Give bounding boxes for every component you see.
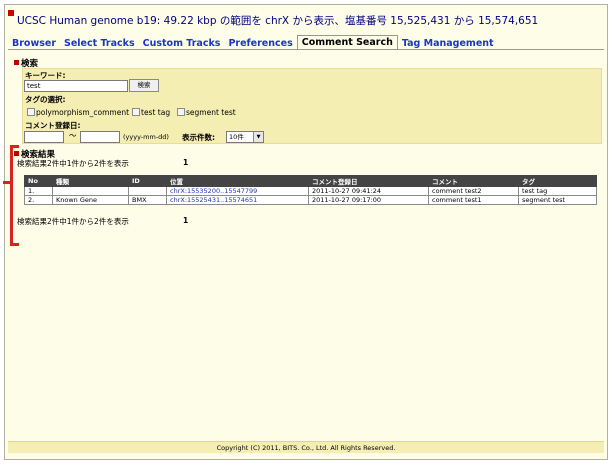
page-number-top[interactable]: 1 — [183, 158, 188, 167]
date-from-input[interactable] — [24, 131, 64, 143]
cell-date: 2011-10-27 09:41:24 — [308, 186, 429, 196]
tab-bar: Browser Select Tracks Custom Tracks Pref… — [8, 34, 498, 50]
column-header-id: ID — [128, 175, 167, 187]
cell-type: Known Gene — [52, 195, 129, 205]
footer-copyright: Copyright (C) 2011, BITS. Co., Ltd. All … — [8, 441, 604, 453]
page-size-select[interactable]: 10件 ▼ — [226, 131, 264, 143]
page-title: UCSC Human genome b19: 49.22 kbp の範囲を ch… — [17, 15, 539, 27]
column-header-date: コメント登録日 — [308, 175, 429, 187]
section-marker-icon — [14, 151, 19, 156]
date-separator: 〜 — [69, 131, 77, 140]
cell-position-link[interactable]: chrX:15525431..15574651 — [166, 195, 309, 205]
cell-date: 2011-10-27 09:17:00 — [308, 195, 429, 205]
tag-checkbox-segment-test[interactable] — [177, 108, 185, 116]
cell-position-link[interactable]: chrX:15535200..15547799 — [166, 186, 309, 196]
title-marker-icon — [8, 10, 14, 16]
date-format-hint: (yyyy-mm-dd) — [123, 133, 169, 141]
column-header-position: 位置 — [166, 175, 309, 187]
cell-comment: comment test2 — [428, 186, 519, 196]
section-marker-icon — [14, 60, 19, 65]
results-summary-bottom: 検索結果2件中1件から2件を表示 — [17, 217, 129, 226]
date-to-input[interactable] — [80, 131, 120, 143]
tag-option-label: segment test — [186, 108, 236, 117]
page-size-label: 表示件数: — [182, 133, 215, 142]
table-row: 1. chrX:15535200..15547799 2011-10-27 09… — [24, 186, 597, 196]
tag-option-label: polymorphism_comment — [36, 108, 130, 117]
cell-comment: comment test1 — [428, 195, 519, 205]
tab-comment-search[interactable]: Comment Search — [296, 35, 398, 50]
column-header-tag: タグ — [518, 175, 597, 187]
cell-type — [52, 186, 129, 196]
cell-no: 2. — [24, 195, 53, 205]
cell-id: BMX — [128, 195, 167, 205]
tag-checkbox-polymorphism[interactable] — [27, 108, 35, 116]
page-number-bottom[interactable]: 1 — [183, 216, 188, 225]
column-header-no: No — [24, 175, 53, 187]
cell-no: 1. — [24, 186, 53, 196]
table-header-row: No 種類 ID 位置 コメント登録日 コメント タグ — [24, 175, 597, 187]
keyword-input[interactable]: test — [24, 80, 128, 92]
tag-checkbox-test-tag[interactable] — [132, 108, 140, 116]
search-panel: キーワード: test 検索 タグの選択: polymorphism_comme… — [22, 68, 602, 144]
chevron-down-icon[interactable]: ▼ — [253, 132, 263, 142]
table-row: 2. Known Gene BMX chrX:15525431..1557465… — [24, 195, 597, 205]
annotation-bracket-tick — [3, 181, 12, 184]
cell-id — [128, 186, 167, 196]
search-button[interactable]: 検索 — [129, 79, 159, 92]
cell-tag: test tag — [518, 186, 597, 196]
tag-select-label: タグの選択: — [25, 95, 66, 104]
tag-option-label: test tag — [141, 108, 171, 117]
column-header-comment: コメント — [428, 175, 519, 187]
cell-tag: segment test — [518, 195, 597, 205]
column-header-type: 種類 — [52, 175, 129, 187]
results-summary-top: 検索結果2件中1件から2件を表示 — [17, 159, 129, 168]
page-size-value: 10件 — [229, 133, 244, 141]
results-table: No 種類 ID 位置 コメント登録日 コメント タグ 1. chrX:1553… — [24, 175, 597, 205]
tab-divider — [8, 49, 604, 50]
